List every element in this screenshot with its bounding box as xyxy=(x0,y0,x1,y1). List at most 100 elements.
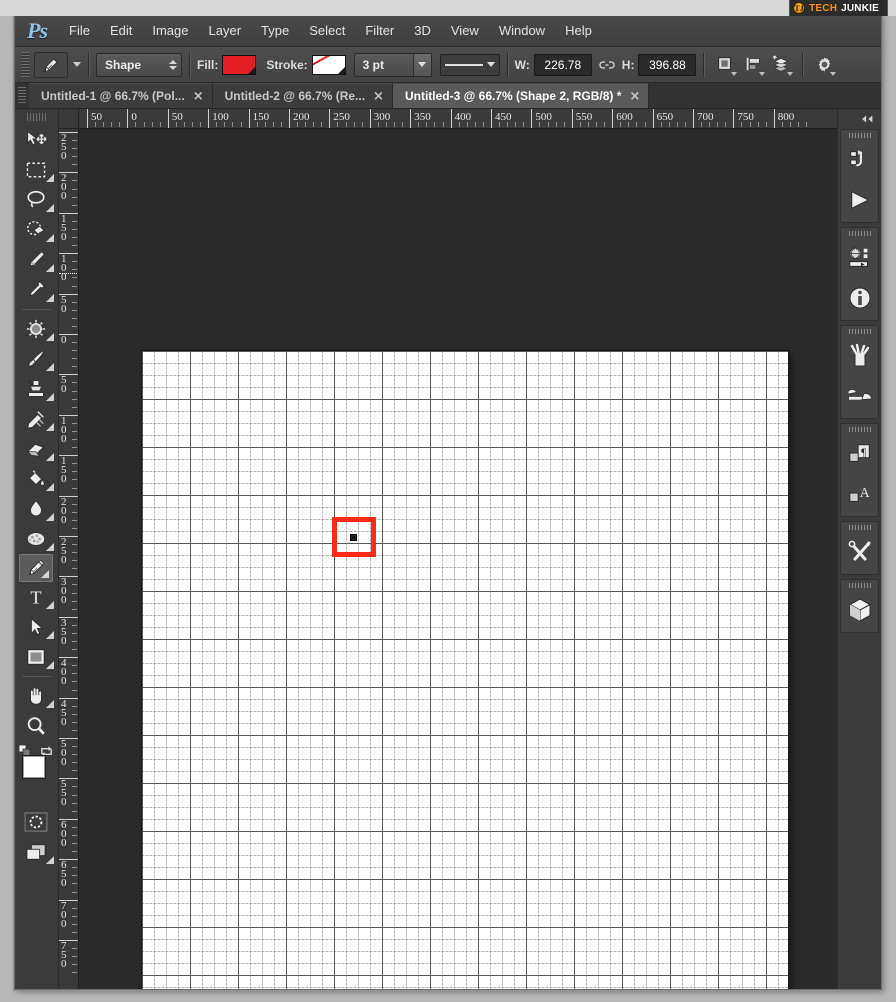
panel-button-tools[interactable] xyxy=(841,532,878,572)
tool-history-brush[interactable] xyxy=(15,404,57,434)
path-alignment-button[interactable] xyxy=(739,52,767,78)
tool-brush[interactable] xyxy=(15,344,57,374)
width-input[interactable]: 226.78 xyxy=(533,53,592,76)
menu-item-3d[interactable]: 3D xyxy=(404,19,441,42)
menu-item-view[interactable]: View xyxy=(441,19,489,42)
path-arrangement-button[interactable] xyxy=(767,52,795,78)
panel-button-character[interactable]: A xyxy=(841,474,878,514)
ruler-minor-tick xyxy=(72,479,77,481)
tool-zoom[interactable] xyxy=(15,711,57,741)
panel-group-grip[interactable] xyxy=(841,326,878,336)
tool-flyout-triangle-icon xyxy=(46,601,54,609)
options-bar-grip[interactable] xyxy=(21,51,30,78)
foreground-color-swatch[interactable] xyxy=(22,755,46,779)
height-input[interactable]: 396.88 xyxy=(638,53,697,76)
tool-quick-selection[interactable] xyxy=(15,215,57,245)
panel-group-grip[interactable] xyxy=(841,522,878,532)
eraser-icon xyxy=(26,444,44,457)
tool-paint-bucket[interactable] xyxy=(15,464,57,494)
panel-button-history[interactable] xyxy=(841,140,878,180)
panel-button-3d-cube[interactable] xyxy=(841,590,878,630)
tool-rectangular-marquee[interactable] xyxy=(15,155,57,185)
ruler-corner[interactable] xyxy=(59,109,79,129)
panel-button-info[interactable] xyxy=(841,278,878,318)
tool-dodge[interactable] xyxy=(15,524,57,554)
ruler-minor-tick xyxy=(547,122,549,127)
path-arrow-icon xyxy=(31,617,44,636)
document-tab-1-close-icon[interactable]: × xyxy=(193,89,204,104)
tool-crop[interactable] xyxy=(15,245,57,275)
ruler-minor-tick xyxy=(72,568,77,570)
stroke-color-swatch[interactable] xyxy=(311,54,346,75)
ruler-minor-tick xyxy=(781,122,783,127)
ruler-minor-tick xyxy=(240,122,242,127)
menu-item-layer[interactable]: Layer xyxy=(199,19,252,42)
active-tool-preset-picker[interactable] xyxy=(34,51,68,78)
tool-clone-stamp[interactable] xyxy=(15,374,57,404)
ruler-minor-tick xyxy=(72,503,77,505)
shape-mode-select[interactable]: Shape xyxy=(96,52,182,77)
stroke-width-dropdown-icon[interactable] xyxy=(412,53,431,76)
menu-item-type[interactable]: Type xyxy=(251,19,299,42)
geometry-options-button[interactable] xyxy=(810,52,838,78)
screen-mode-button[interactable] xyxy=(15,837,57,867)
menu-item-filter[interactable]: Filter xyxy=(355,19,404,42)
paint-bucket-icon xyxy=(29,470,45,486)
photoshop-logo: Ps xyxy=(27,17,48,43)
panel-button-tool-presets[interactable] xyxy=(841,336,878,376)
tool-rectangle[interactable] xyxy=(15,642,57,672)
type-t-icon: T xyxy=(30,587,41,607)
menu-item-image[interactable]: Image xyxy=(142,19,198,42)
ruler-minor-tick xyxy=(72,665,77,667)
menu-item-select[interactable]: Select xyxy=(299,19,355,42)
ruler-minor-tick xyxy=(143,122,145,127)
document-tab-3-close-icon[interactable]: × xyxy=(629,89,640,104)
canvas[interactable] xyxy=(142,351,788,989)
tool-preset-caret[interactable] xyxy=(73,62,81,67)
collapse-panels-button[interactable] xyxy=(838,109,881,129)
tool-move[interactable] xyxy=(15,125,57,155)
tool-eyedropper[interactable] xyxy=(15,275,57,305)
tool-hand[interactable] xyxy=(15,681,57,711)
tool-blur[interactable] xyxy=(15,494,57,524)
ruler-minor-tick xyxy=(72,883,77,885)
tab-bar-grip[interactable] xyxy=(15,82,29,108)
menu-item-window[interactable]: Window xyxy=(489,19,555,42)
panel-group-grip[interactable] xyxy=(841,130,878,140)
panel-group-grip[interactable] xyxy=(841,424,878,434)
quick-mask-button[interactable] xyxy=(15,807,57,837)
shape-anchor-point[interactable] xyxy=(350,534,357,541)
tool-spot-healing-brush[interactable] xyxy=(15,314,57,344)
menu-item-edit[interactable]: Edit xyxy=(100,19,142,42)
tool-type[interactable]: T xyxy=(15,582,57,612)
ruler-minor-tick xyxy=(72,948,77,950)
path-operations-button[interactable] xyxy=(711,52,739,78)
path-alignment-icon xyxy=(747,57,761,70)
fill-color-swatch[interactable] xyxy=(222,54,257,75)
menu-item-help[interactable]: Help xyxy=(555,19,602,42)
tool-pen[interactable] xyxy=(19,554,53,582)
tools-panel-grip[interactable] xyxy=(26,113,47,121)
panel-group-grip[interactable] xyxy=(841,580,878,590)
ruler-label: 500 xyxy=(535,111,552,123)
chain-link-icon[interactable] xyxy=(599,59,615,71)
panel-button-actions[interactable] xyxy=(841,180,878,220)
play-triangle-icon xyxy=(850,191,869,209)
panel-button-paragraph[interactable]: ¶ xyxy=(841,434,878,474)
stroke-dropdown-corner-icon xyxy=(337,66,345,74)
panel-group-grip[interactable] xyxy=(841,228,878,238)
tool-lasso[interactable] xyxy=(15,185,57,215)
tool-path-selection[interactable] xyxy=(15,612,57,642)
stroke-width-field[interactable]: 3 pt xyxy=(353,52,432,77)
document-tab-2[interactable]: Untitled-2 @ 66.7% (Re... × xyxy=(212,83,393,108)
panel-button-3d[interactable] xyxy=(841,238,878,278)
ruler-minor-tick xyxy=(72,180,77,182)
document-tab-3[interactable]: Untitled-3 @ 66.7% (Shape 2, RGB/8) * × xyxy=(392,83,650,108)
vertical-ruler: 2502001501005005010015020025030035040045… xyxy=(59,129,79,989)
menu-item-file[interactable]: File xyxy=(59,19,100,42)
document-tab-1[interactable]: Untitled-1 @ 66.7% (Pol... × xyxy=(29,83,213,108)
stroke-style-picker[interactable] xyxy=(439,53,500,76)
tool-eraser[interactable] xyxy=(15,434,57,464)
panel-button-brush-presets[interactable] xyxy=(841,376,878,416)
document-tab-2-close-icon[interactable]: × xyxy=(373,89,384,104)
